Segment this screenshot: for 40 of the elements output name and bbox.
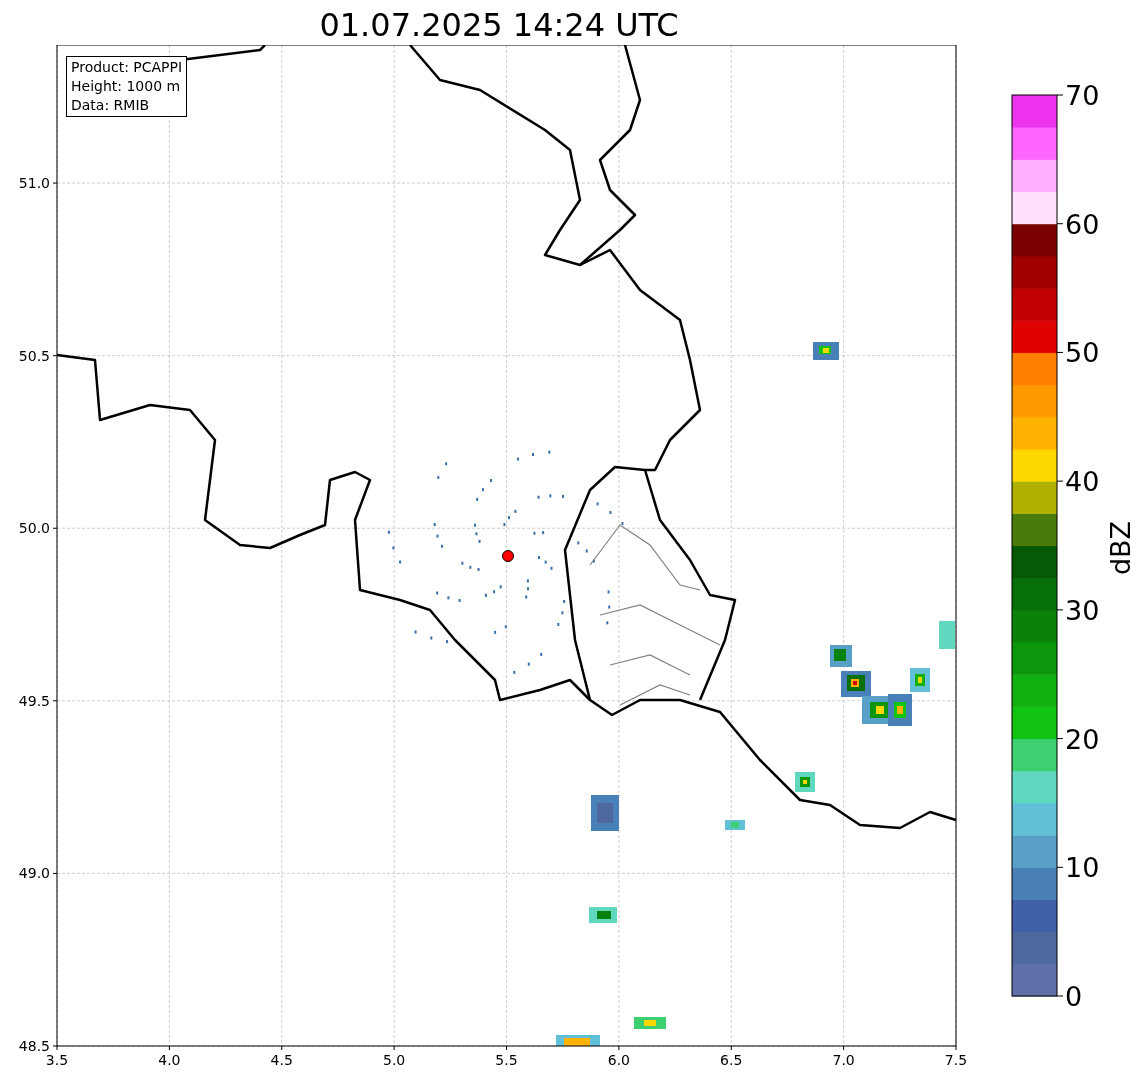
x-tick-label: 4.5 bbox=[270, 1052, 293, 1068]
x-tick-label: 7.5 bbox=[944, 1052, 968, 1068]
chart-title: 01.07.2025 14:24 UTC bbox=[319, 5, 679, 45]
precipitation-echo bbox=[795, 772, 815, 792]
x-tick-label: 3.5 bbox=[45, 1052, 69, 1068]
x-tick-label: 4.0 bbox=[158, 1052, 181, 1068]
radar-site-marker bbox=[502, 550, 514, 562]
colorbar-tick-label: 60 bbox=[1065, 208, 1100, 240]
x-tick-label: 5.5 bbox=[495, 1052, 518, 1068]
colorbar-tick-label: 0 bbox=[1065, 981, 1083, 1012]
y-tick-label: 50.0 bbox=[18, 520, 50, 537]
precipitation-echo bbox=[725, 820, 745, 830]
precipitation-echo bbox=[910, 668, 930, 692]
x-tick-label: 6.0 bbox=[607, 1052, 630, 1068]
info-text: Height: 1000 m bbox=[71, 77, 182, 96]
precipitation-echo bbox=[634, 1017, 666, 1029]
y-tick-label: 49.5 bbox=[18, 692, 50, 709]
colorbar-label: dBZ bbox=[1105, 520, 1136, 576]
precipitation-echo bbox=[591, 795, 619, 831]
precipitation-echo bbox=[841, 671, 871, 697]
y-tick-label: 49.0 bbox=[18, 865, 50, 882]
precipitation-echo bbox=[589, 907, 617, 923]
y-tick-label: 51.0 bbox=[18, 175, 50, 192]
colorbar-tick-label: 70 bbox=[1065, 80, 1100, 111]
x-tick-label: 6.5 bbox=[720, 1052, 743, 1068]
y-tick-label: 50.5 bbox=[18, 347, 50, 364]
x-tick-label: 7.0 bbox=[832, 1052, 855, 1068]
colorbar-tick-label: 20 bbox=[1065, 723, 1100, 755]
colorbar-tick-label: 30 bbox=[1065, 594, 1100, 626]
colorbar-tick-label: 40 bbox=[1065, 466, 1100, 498]
info-text: Data: RMIB bbox=[71, 96, 151, 115]
x-tick-label: 5.0 bbox=[383, 1052, 406, 1068]
info-text: Product: PCAPPI bbox=[71, 58, 183, 77]
precipitation-echo bbox=[939, 621, 955, 649]
precipitation-echo bbox=[830, 645, 852, 667]
colorbar-tick-label: 50 bbox=[1065, 337, 1100, 369]
colorbar-tick-label: 10 bbox=[1065, 852, 1100, 884]
y-tick-label: 48.5 bbox=[18, 1038, 50, 1054]
precipitation-echo bbox=[813, 342, 839, 360]
precipitation-echo bbox=[556, 1035, 600, 1046]
